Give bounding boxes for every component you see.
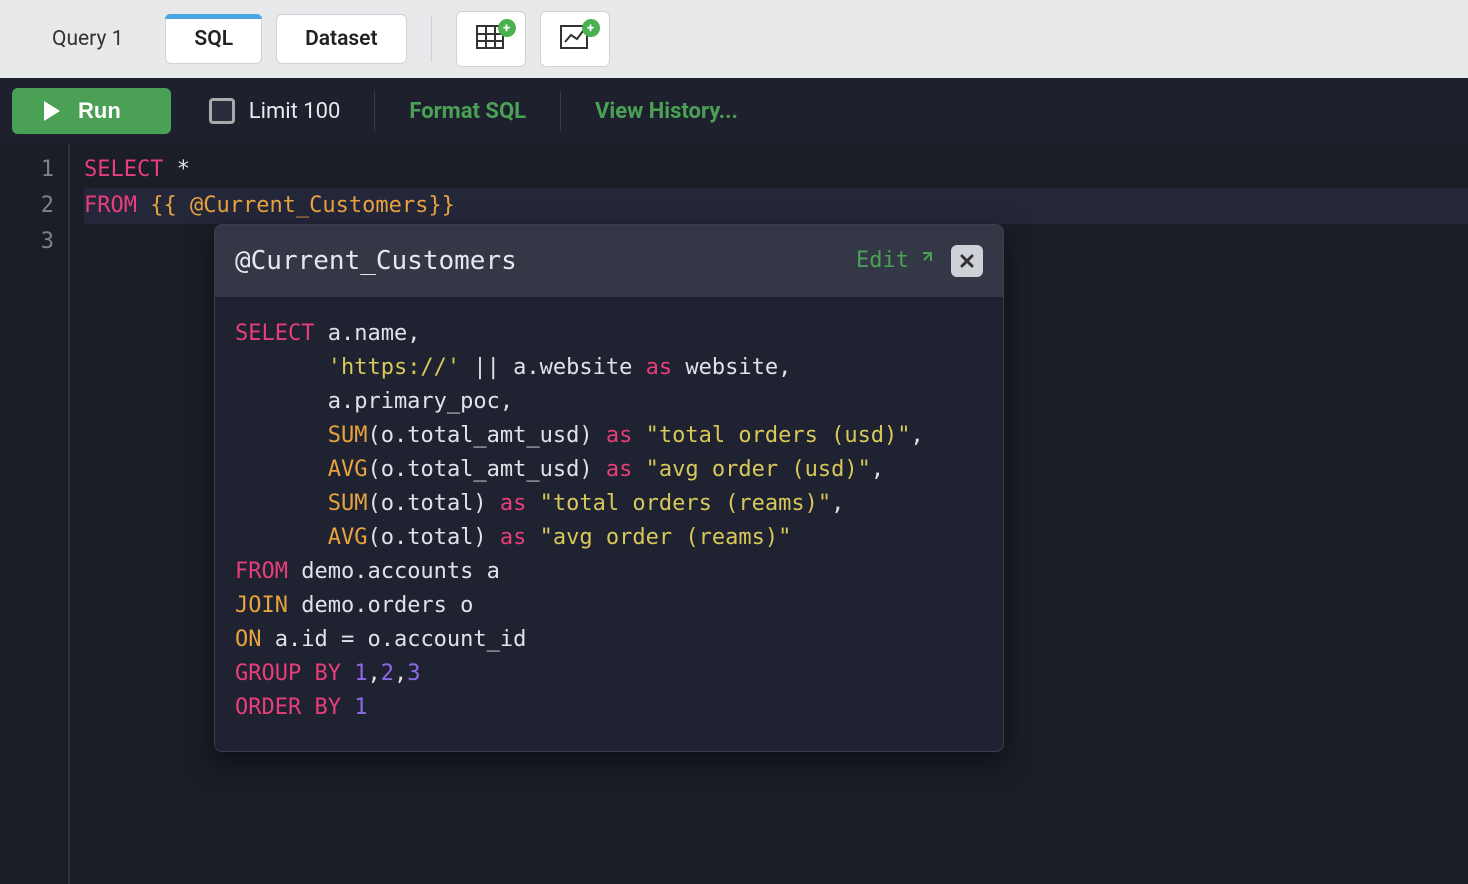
limit-checkbox-wrap: Limit 100	[209, 98, 341, 124]
popup-code-line: ORDER BY 1	[235, 691, 983, 725]
popup-code-line: AVG(o.total) as "avg order (reams)"	[235, 521, 983, 555]
run-button[interactable]: Run	[12, 88, 171, 134]
play-icon	[44, 101, 60, 121]
popup-code-line: GROUP BY 1,2,3	[235, 657, 983, 691]
query-tab[interactable]: Query 1	[24, 13, 151, 65]
popup-edit-label: Edit	[856, 243, 909, 279]
popup-code-line: SELECT a.name,	[235, 317, 983, 351]
code-line: FROM {{ @Current_Customers}}	[84, 188, 1468, 224]
format-sql-link[interactable]: Format SQL	[409, 99, 526, 124]
toolbar-divider	[560, 91, 561, 131]
popup-sql-body: SELECT a.name, 'https://' || a.website a…	[215, 297, 1003, 751]
close-icon	[959, 243, 975, 279]
popup-code-line: AVG(o.total_amt_usd) as "avg order (usd)…	[235, 453, 983, 487]
view-history-link[interactable]: View History...	[595, 99, 738, 124]
code-line: SELECT *	[84, 152, 1468, 188]
editor-tabs-group: SQL Dataset	[165, 14, 406, 64]
tab-sql[interactable]: SQL	[165, 14, 262, 64]
popup-code-line: 'https://' || a.website as website,	[235, 351, 983, 385]
add-chart-button[interactable]: +	[540, 11, 610, 67]
popup-code-line: a.primary_poc,	[235, 385, 983, 419]
code-area[interactable]: SELECT *FROM {{ @Current_Customers}} @Cu…	[70, 144, 1468, 884]
popup-header: @Current_Customers Edit	[215, 225, 1003, 297]
sql-editor[interactable]: 123 SELECT *FROM {{ @Current_Customers}}…	[0, 144, 1468, 884]
plus-badge-icon: +	[498, 19, 516, 37]
popup-code-line: ON a.id = o.account_id	[235, 623, 983, 657]
plus-badge-icon: +	[582, 19, 600, 37]
line-gutter: 123	[0, 144, 70, 884]
line-number: 2	[0, 188, 54, 224]
external-link-icon	[917, 243, 933, 279]
popup-close-button[interactable]	[951, 245, 983, 277]
add-table-button[interactable]: +	[456, 11, 526, 67]
run-button-label: Run	[78, 98, 121, 124]
tab-dataset[interactable]: Dataset	[276, 14, 406, 64]
popup-title: @Current_Customers	[235, 243, 517, 279]
limit-checkbox[interactable]	[209, 98, 235, 124]
popup-edit-link[interactable]: Edit	[856, 243, 933, 279]
toolbar-divider	[374, 91, 375, 131]
popup-code-line: JOIN demo.orders o	[235, 589, 983, 623]
limit-label: Limit 100	[249, 99, 341, 124]
tab-divider	[431, 16, 432, 62]
line-number: 1	[0, 152, 54, 188]
variable-preview-popup: @Current_Customers Edit	[214, 224, 1004, 752]
editor-toolbar: Run Limit 100 Format SQL View History...	[0, 78, 1468, 144]
top-tab-bar: Query 1 SQL Dataset + +	[0, 0, 1468, 78]
popup-code-line: FROM demo.accounts a	[235, 555, 983, 589]
popup-code-line: SUM(o.total_amt_usd) as "total orders (u…	[235, 419, 983, 453]
line-number: 3	[0, 224, 54, 260]
popup-code-line: SUM(o.total) as "total orders (reams)",	[235, 487, 983, 521]
